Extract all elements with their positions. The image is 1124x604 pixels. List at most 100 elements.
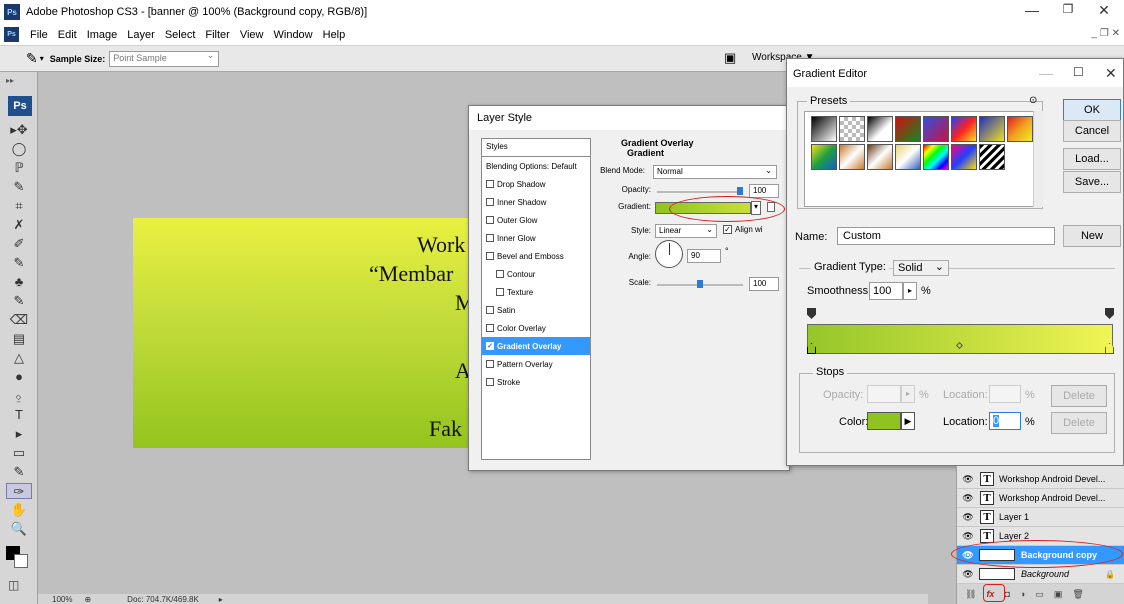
scale-input[interactable]: 100 bbox=[749, 277, 779, 291]
style-item-pattern-overlay[interactable]: Pattern Overlay bbox=[482, 355, 590, 373]
save-button[interactable]: Save... bbox=[1063, 171, 1121, 193]
opacity-slider[interactable] bbox=[657, 191, 743, 193]
stop-color-location-input[interactable]: 0 bbox=[989, 412, 1021, 430]
link-layers-icon[interactable]: ⛓ bbox=[965, 589, 976, 600]
path-selection-tool-icon[interactable]: ▸ bbox=[6, 426, 32, 442]
move-tool-icon[interactable]: ▸✥ bbox=[6, 122, 32, 138]
layer-row[interactable]: 👁 T Workshop Android Devel... bbox=[957, 489, 1124, 508]
notes-tool-icon[interactable]: ✎ bbox=[6, 464, 32, 480]
gradient-preset-swatch[interactable] bbox=[979, 116, 1005, 142]
angle-input[interactable]: 90 bbox=[687, 249, 721, 263]
shape-tool-icon[interactable]: ▭ bbox=[6, 445, 32, 461]
background-color-swatch[interactable] bbox=[14, 554, 28, 568]
gradient-preset-swatch[interactable] bbox=[1007, 116, 1033, 142]
hand-tool-icon[interactable]: ✋ bbox=[6, 502, 32, 518]
style-item-contour[interactable]: Contour bbox=[482, 265, 590, 283]
smoothness-stepper[interactable]: ▸ bbox=[903, 282, 917, 300]
menu-layer[interactable]: Layer bbox=[122, 29, 160, 41]
adjustment-layer-icon[interactable]: ◑ bbox=[1020, 589, 1025, 599]
screen-mode-icon[interactable]: ▭ bbox=[8, 600, 19, 604]
menu-select[interactable]: Select bbox=[160, 29, 201, 41]
minimize-button[interactable]: — bbox=[1017, 2, 1047, 18]
new-layer-icon[interactable]: ▣ bbox=[1054, 589, 1063, 600]
style-item-gradient-overlay[interactable]: ✓ Gradient Overlay bbox=[482, 337, 590, 355]
style-item-inner-shadow[interactable]: Inner Shadow bbox=[482, 193, 590, 211]
gradient-preset-swatch[interactable] bbox=[923, 116, 949, 142]
gradient-preset-swatch[interactable] bbox=[839, 144, 865, 170]
visibility-eye-icon[interactable]: 👁 bbox=[961, 474, 975, 485]
style-select[interactable]: Linear ⌄ bbox=[655, 224, 717, 238]
sample-size-select[interactable]: Point Sample bbox=[109, 50, 220, 67]
new-button[interactable]: New bbox=[1063, 225, 1121, 247]
quick-mask-icon[interactable]: ◫ bbox=[8, 578, 19, 592]
opacity-input[interactable]: 100 bbox=[749, 184, 779, 198]
lasso-tool-icon[interactable]: ℙ bbox=[6, 160, 32, 176]
style-checkbox[interactable] bbox=[496, 288, 504, 296]
name-input[interactable]: Custom bbox=[837, 227, 1055, 245]
crop-tool-icon[interactable]: ⌗ bbox=[6, 198, 32, 214]
menu-image[interactable]: Image bbox=[82, 29, 123, 41]
visibility-eye-icon[interactable]: 👁 bbox=[961, 493, 975, 504]
ok-button[interactable]: OK bbox=[1063, 99, 1121, 121]
marquee-tool-icon[interactable]: ◯ bbox=[6, 141, 32, 157]
style-item-color-overlay[interactable]: Color Overlay bbox=[482, 319, 590, 337]
style-item-texture[interactable]: Texture bbox=[482, 283, 590, 301]
style-checkbox[interactable] bbox=[486, 306, 494, 314]
scale-slider-handle[interactable] bbox=[697, 280, 703, 288]
style-checkbox[interactable] bbox=[496, 270, 504, 278]
bridge-icon[interactable]: ▣ bbox=[724, 50, 736, 66]
tool-preset-chevron-icon[interactable]: ▾ bbox=[40, 54, 44, 63]
menu-edit[interactable]: Edit bbox=[53, 29, 82, 41]
gradient-preset-swatch[interactable] bbox=[839, 116, 865, 142]
gradient-editor-maximize-button[interactable]: ☐ bbox=[1073, 65, 1084, 79]
gradient-preset-swatch[interactable] bbox=[867, 116, 893, 142]
style-checkbox[interactable] bbox=[486, 378, 494, 386]
cancel-button[interactable]: Cancel bbox=[1063, 120, 1121, 142]
style-checkbox[interactable] bbox=[486, 360, 494, 368]
document-window-controls[interactable]: _ ❐ ✕ bbox=[1092, 28, 1120, 39]
gradient-type-select[interactable]: Solid ⌄ bbox=[893, 260, 949, 276]
history-brush-tool-icon[interactable]: ✎ bbox=[6, 293, 32, 309]
opacity-slider-handle[interactable] bbox=[737, 187, 743, 195]
presets-scrollbar[interactable] bbox=[1033, 111, 1043, 207]
smoothness-input[interactable]: 100 bbox=[869, 282, 903, 300]
gradient-preset-swatch[interactable] bbox=[979, 144, 1005, 170]
clone-stamp-tool-icon[interactable]: ♣ bbox=[6, 274, 32, 290]
gradient-preset-swatch[interactable] bbox=[867, 144, 893, 170]
align-checkbox[interactable]: ✓ bbox=[723, 225, 732, 234]
blend-mode-select[interactable]: Normal ⌄ bbox=[653, 165, 777, 179]
visibility-eye-icon[interactable]: 👁 bbox=[961, 569, 975, 580]
gradient-editor-close-button[interactable]: ✕ bbox=[1105, 65, 1117, 82]
style-checkbox[interactable]: ✓ bbox=[486, 342, 494, 350]
layer-row[interactable]: 👁 T Workshop Android Devel... bbox=[957, 470, 1124, 489]
style-item-bevel-and-emboss[interactable]: Bevel and Emboss bbox=[482, 247, 590, 265]
menu-view[interactable]: View bbox=[235, 29, 269, 41]
style-checkbox[interactable] bbox=[486, 198, 494, 206]
trash-icon[interactable]: 🗑 bbox=[1072, 589, 1083, 600]
style-item-stroke[interactable]: Stroke bbox=[482, 373, 590, 391]
stop-color-menu-icon[interactable]: ▶ bbox=[901, 412, 915, 430]
brush-tool-icon[interactable]: ✎ bbox=[6, 255, 32, 271]
style-item-drop-shadow[interactable]: Drop Shadow bbox=[482, 175, 590, 193]
menu-help[interactable]: Help bbox=[318, 29, 351, 41]
type-tool-icon[interactable]: T bbox=[6, 407, 32, 423]
eyedropper-tool-icon[interactable]: ✑ bbox=[6, 483, 32, 499]
layer-row[interactable]: 👁 T Layer 1 bbox=[957, 508, 1124, 527]
dodge-tool-icon[interactable]: ● bbox=[6, 369, 32, 385]
pen-tool-icon[interactable]: ⍚ bbox=[6, 388, 32, 404]
panel-collapse-icon[interactable]: ▸▸ bbox=[6, 76, 14, 85]
gradient-editor-minimize-button[interactable]: — bbox=[1039, 65, 1053, 81]
healing-tool-icon[interactable]: ✐ bbox=[6, 236, 32, 252]
add-mask-icon[interactable]: ◘ bbox=[1004, 589, 1009, 599]
blur-tool-icon[interactable]: △ bbox=[6, 350, 32, 366]
angle-dial[interactable] bbox=[655, 240, 683, 268]
new-group-icon[interactable]: ▭ bbox=[1035, 589, 1044, 600]
gradient-preset-swatch[interactable] bbox=[895, 144, 921, 170]
gradient-preset-swatch[interactable] bbox=[951, 144, 977, 170]
gradient-preset-swatch[interactable] bbox=[895, 116, 921, 142]
load-button[interactable]: Load... bbox=[1063, 148, 1121, 170]
style-item-inner-glow[interactable]: Inner Glow bbox=[482, 229, 590, 247]
style-item-satin[interactable]: Satin bbox=[482, 301, 590, 319]
zoom-level[interactable]: 100% bbox=[52, 595, 72, 604]
menu-filter[interactable]: Filter bbox=[200, 29, 234, 41]
